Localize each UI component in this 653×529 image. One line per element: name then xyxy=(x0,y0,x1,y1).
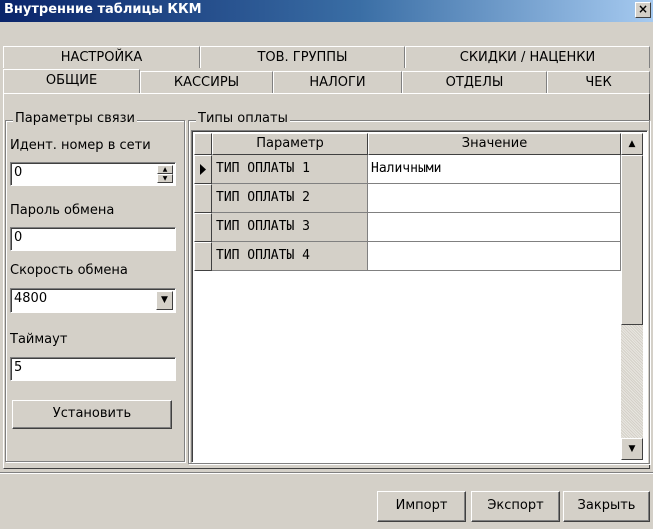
password-label: Пароль обмена xyxy=(10,203,115,218)
value-cell[interactable]: Наличными xyxy=(368,155,621,184)
timeout-value: 5 xyxy=(14,360,23,375)
scroll-down-icon[interactable]: ▼ xyxy=(621,438,643,460)
password-value: 0 xyxy=(14,230,23,245)
tab-general[interactable]: ОБЩИЕ xyxy=(3,69,140,93)
tab-discounts-markups[interactable]: СКИДКИ / НАЦЕНКИ xyxy=(405,46,650,68)
column-header-param[interactable]: Параметр xyxy=(212,133,368,155)
row-indicator[interactable] xyxy=(194,242,212,271)
vertical-scrollbar[interactable]: ▲ ▼ xyxy=(621,133,643,460)
tab-cashiers[interactable]: КАССИРЫ xyxy=(140,71,273,93)
close-icon: × xyxy=(637,2,649,16)
payment-types-grid[interactable]: Параметр Значение ТИП ОПЛАТЫ 1 Наличными… xyxy=(191,130,648,463)
title-bar[interactable]: Внутренние таблицы ККМ × xyxy=(0,0,653,22)
param-cell[interactable]: ТИП ОПЛАТЫ 4 xyxy=(212,242,368,271)
row-indicator[interactable] xyxy=(194,184,212,213)
speed-select[interactable]: 4800 ▼ xyxy=(10,288,176,313)
ккм-tables-window: Внутренние таблицы ККМ × НАСТРОЙКА ТОВ. … xyxy=(0,0,653,529)
net-id-value: 0 xyxy=(14,165,23,180)
param-cell[interactable]: ТИП ОПЛАТЫ 1 xyxy=(212,155,368,184)
row-indicator[interactable] xyxy=(194,213,212,242)
tab-product-groups[interactable]: ТОВ. ГРУППЫ xyxy=(200,46,405,68)
value-cell[interactable] xyxy=(368,213,621,242)
column-header-value[interactable]: Значение xyxy=(368,133,621,155)
row-pointer-icon xyxy=(200,164,206,175)
spin-up-icon[interactable]: ▲ xyxy=(157,165,173,174)
tab-departments[interactable]: ОТДЕЛЫ xyxy=(402,71,547,93)
row-indicator[interactable] xyxy=(194,155,212,184)
speed-value: 4800 xyxy=(14,291,48,306)
tab-taxes[interactable]: НАЛОГИ xyxy=(273,71,402,93)
export-button[interactable]: Экспорт xyxy=(471,491,560,522)
tab-receipt[interactable]: ЧЕК xyxy=(547,71,650,93)
payment-types-title: Типы оплаты xyxy=(196,111,290,126)
value-cell[interactable] xyxy=(368,184,621,213)
tab-settings[interactable]: НАСТРОЙКА xyxy=(3,46,200,68)
grid-body: Параметр Значение ТИП ОПЛАТЫ 1 Наличными… xyxy=(194,133,621,460)
window-title: Внутренние таблицы ККМ xyxy=(4,2,202,17)
scroll-up-icon[interactable]: ▲ xyxy=(621,133,643,155)
speed-label: Скорость обмена xyxy=(10,263,128,278)
connection-params-title: Параметры связи xyxy=(13,111,137,126)
spin-down-icon[interactable]: ▼ xyxy=(157,174,173,183)
param-cell[interactable]: ТИП ОПЛАТЫ 3 xyxy=(212,213,368,242)
net-id-label: Идент. номер в сети xyxy=(10,138,151,153)
set-button[interactable]: Установить xyxy=(12,400,172,429)
grid-corner xyxy=(194,133,212,155)
chevron-down-icon[interactable]: ▼ xyxy=(156,291,173,310)
net-id-spin: ▲ ▼ xyxy=(157,165,173,183)
close-button[interactable]: Закрыть xyxy=(563,491,650,522)
value-cell[interactable] xyxy=(368,242,621,271)
param-cell[interactable]: ТИП ОПЛАТЫ 2 xyxy=(212,184,368,213)
timeout-label: Таймаут xyxy=(10,332,68,347)
footer-separator xyxy=(0,472,653,474)
scroll-thumb[interactable] xyxy=(621,155,643,325)
net-id-spinner[interactable]: 0 ▲ ▼ xyxy=(10,162,176,186)
import-button[interactable]: Импорт xyxy=(377,491,466,522)
close-window-button[interactable]: × xyxy=(635,2,651,18)
password-input[interactable]: 0 xyxy=(10,227,176,251)
timeout-input[interactable]: 5 xyxy=(10,357,176,381)
